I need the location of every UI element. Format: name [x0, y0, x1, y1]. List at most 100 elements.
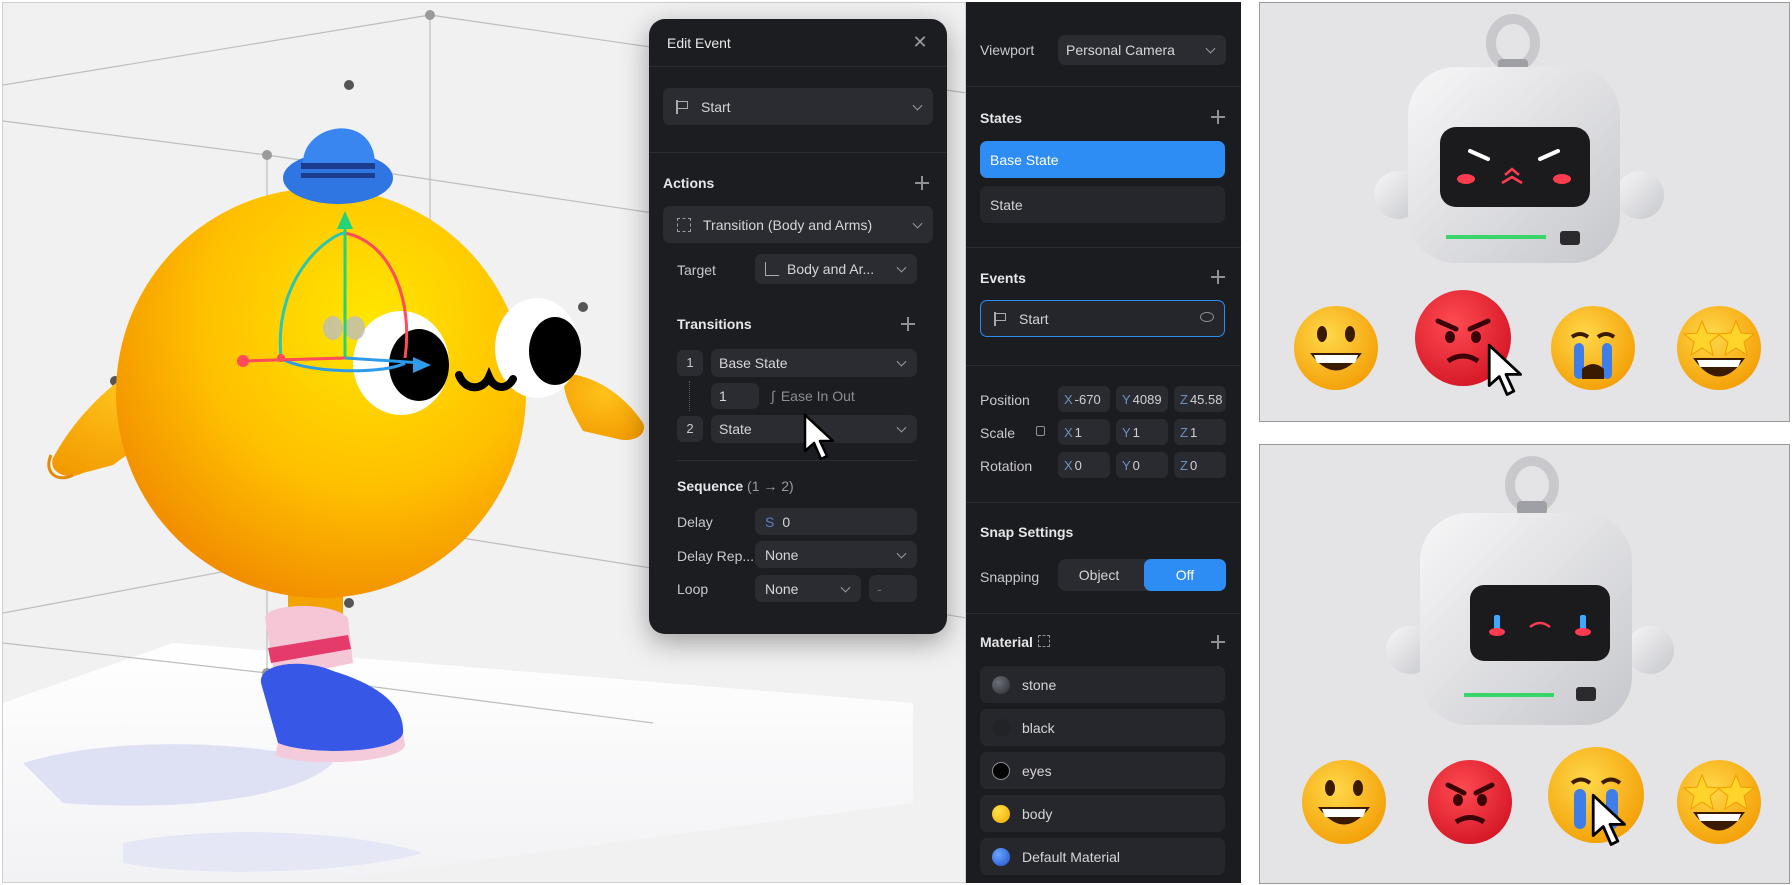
lock-icon[interactable]	[1036, 426, 1045, 436]
visibility-icon[interactable]	[1200, 312, 1214, 322]
robot-card-angry	[1259, 2, 1790, 422]
edit-event-panel: Edit Event ✕ Start Actions Transition (B…	[649, 19, 947, 634]
delay-repeat-select[interactable]: None	[755, 541, 917, 568]
rotation-x-field[interactable]: X0	[1058, 452, 1110, 478]
robot-crying-illustration	[1302, 456, 1761, 844]
viewport-select[interactable]: Personal Camera	[1058, 35, 1226, 65]
loop-select[interactable]: None	[755, 575, 861, 602]
loop-count-value: -	[877, 580, 882, 597]
add-state-plus-icon[interactable]	[1211, 110, 1225, 124]
material-swatch	[992, 675, 1010, 694]
flag-icon	[675, 99, 689, 114]
chevron-down-icon	[1205, 43, 1216, 54]
material-swatch	[992, 718, 1010, 737]
flag-icon	[993, 311, 1007, 326]
trigger-value: Start	[701, 98, 731, 115]
expand-icon[interactable]	[1038, 635, 1050, 647]
material-name: body	[1022, 805, 1053, 822]
snap-object-option[interactable]: Object	[1058, 559, 1140, 591]
rotation-y-value: 0	[1132, 457, 1140, 473]
position-x-value: -670	[1074, 391, 1101, 407]
material-swatch	[992, 804, 1010, 823]
rotation-y-field[interactable]: Y0	[1116, 452, 1168, 478]
axis-y: Y	[1122, 424, 1131, 440]
axis-x: X	[1064, 424, 1073, 440]
add-transition-plus-icon[interactable]	[901, 317, 915, 331]
chevron-down-icon	[896, 262, 907, 273]
scale-y-field[interactable]: Y1	[1116, 419, 1168, 445]
rotation-z-field[interactable]: Z0	[1174, 452, 1226, 478]
axis-z: Z	[1180, 391, 1188, 407]
loop-count-field[interactable]: -	[869, 575, 917, 602]
chevron-down-icon	[912, 100, 923, 111]
loop-label: Loop	[677, 581, 709, 597]
trigger-select[interactable]: Start	[663, 88, 933, 125]
material-name: eyes	[1022, 762, 1052, 779]
transition-state-select[interactable]: Base State	[711, 349, 917, 377]
actions-heading: Actions	[663, 175, 715, 191]
scale-x-field[interactable]: X1	[1058, 419, 1110, 445]
easing-value: Ease In Out	[780, 388, 855, 404]
target-select[interactable]: Body and Ar...	[755, 254, 917, 284]
target-icon	[765, 262, 779, 276]
rotation-z-value: 0	[1189, 457, 1198, 473]
material-swatch	[992, 761, 1010, 780]
easing-field[interactable]: ∫ Ease In Out	[771, 388, 855, 404]
position-y-field[interactable]: Y 4089	[1116, 386, 1168, 412]
target-value: Body and Ar...	[787, 261, 875, 277]
material-name: stone	[1022, 676, 1057, 693]
transition-icon	[677, 217, 691, 232]
position-z-field[interactable]: Z 45.58	[1174, 386, 1226, 412]
transition-duration-value: 1	[719, 388, 727, 404]
delay-label: Delay	[677, 514, 713, 530]
state-item-state[interactable]: State	[980, 186, 1225, 223]
axis-x: X	[1064, 457, 1073, 473]
cursor-icon	[1487, 343, 1522, 396]
transition-index: 1	[677, 350, 703, 376]
rotation-label: Rotation	[980, 458, 1033, 474]
material-item[interactable]: body	[980, 795, 1225, 832]
transition-index: 2	[677, 416, 703, 442]
material-item[interactable]: stone	[980, 666, 1225, 703]
state-item-base[interactable]: Base State	[980, 141, 1225, 178]
delay-field[interactable]: S 0	[755, 508, 917, 535]
delay-prefix: S	[765, 513, 775, 530]
properties-panel: Viewport Personal Camera States Base Sta…	[966, 2, 1241, 883]
close-icon[interactable]: ✕	[911, 33, 929, 51]
axis-y: Y	[1122, 391, 1131, 407]
material-item[interactable]: black	[980, 709, 1225, 746]
transition-duration-field[interactable]: 1	[711, 383, 759, 409]
position-x-field[interactable]: X -670	[1058, 386, 1110, 412]
add-material-plus-icon[interactable]	[1211, 635, 1225, 649]
delay-repeat-label: Delay Rep...	[677, 548, 755, 564]
snapping-toggle: Object Off	[1058, 559, 1226, 591]
event-item-start[interactable]: Start	[980, 300, 1225, 337]
material-heading: Material	[980, 634, 1033, 650]
scale-label: Scale	[980, 425, 1016, 441]
material-item[interactable]: eyes	[980, 752, 1225, 789]
action-select[interactable]: Transition (Body and Arms)	[663, 206, 933, 243]
sequence-heading: Sequence (1 → 2)	[677, 478, 794, 494]
scale-y-value: 1	[1132, 424, 1140, 440]
material-item[interactable]: Default Material	[980, 838, 1225, 875]
snap-settings-heading: Snap Settings	[980, 524, 1074, 540]
chevron-down-icon	[896, 422, 907, 433]
target-label: Target	[677, 262, 716, 278]
add-action-plus-icon[interactable]	[915, 176, 929, 190]
material-swatch	[992, 847, 1010, 866]
edit-event-title: Edit Event	[667, 34, 731, 51]
axis-z: Z	[1180, 424, 1188, 440]
snap-off-option[interactable]: Off	[1144, 559, 1226, 591]
axis-z: Z	[1180, 457, 1188, 473]
cursor-icon	[803, 413, 835, 461]
event-item-label: Start	[1019, 310, 1049, 327]
scale-z-field[interactable]: Z1	[1174, 419, 1226, 445]
transition-state-value: Base State	[719, 355, 788, 371]
axis-x: X	[1064, 391, 1073, 407]
delay-repeat-value: None	[765, 546, 799, 563]
viewport-label: Viewport	[980, 42, 1035, 58]
transition-state-value: State	[719, 421, 752, 437]
sequence-range: (1 → 2)	[747, 478, 794, 494]
edit-event-header: Edit Event ✕	[649, 19, 947, 67]
add-event-plus-icon[interactable]	[1211, 270, 1225, 284]
